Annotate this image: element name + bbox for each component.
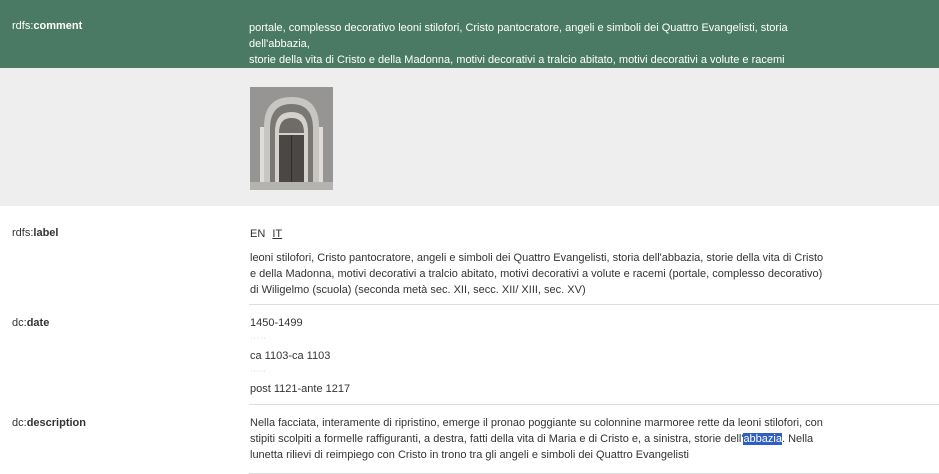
namespace-prefix: rdfs: — [12, 227, 34, 239]
comment-line-2: storie della vita di Cristo e della Mado… — [249, 54, 785, 66]
portal-image[interactable] — [250, 87, 333, 190]
date-value-2: ca 1103-ca 1103 — [250, 350, 331, 362]
date-row: dc:date 1450-1499 ····· ca 1103-ca 1103 … — [0, 305, 939, 405]
date-value-1: 1450-1499 — [250, 317, 303, 329]
comment-line-1: portale, complesso decorativo leoni stil… — [249, 22, 788, 50]
namespace-prefix: rdfs: — [12, 20, 34, 32]
comment-key: rdfs:comment — [0, 0, 249, 68]
property-name: description — [26, 417, 86, 429]
label-key: rdfs:label — [0, 206, 249, 305]
description-text-start: Nella facciata, interamente di ripristin… — [250, 417, 823, 445]
selected-text[interactable]: abbazia — [743, 433, 782, 445]
date-value-3: post 1121-ante 1217 — [250, 383, 351, 395]
namespace-prefix: dc: — [12, 417, 27, 429]
comment-value: portale, complesso decorativo leoni stil… — [249, 0, 939, 68]
lang-tab-it[interactable]: IT — [272, 228, 282, 240]
label-row: rdfs:label EN IT leoni stilofori, Cristo… — [0, 206, 939, 305]
namespace-prefix: dc: — [12, 317, 27, 329]
description-row: dc:description Nella facciata, interamen… — [0, 405, 939, 474]
property-name: comment — [33, 20, 83, 32]
portal-picture — [250, 87, 333, 190]
image-row — [0, 68, 939, 206]
property-name: date — [26, 317, 50, 329]
separator-dots: ····· — [250, 368, 267, 375]
date-key: dc:date — [0, 305, 249, 405]
separator-dots: ····· — [250, 335, 267, 342]
description-value: Nella facciata, interamente di ripristin… — [250, 415, 835, 463]
property-name: label — [33, 227, 59, 239]
language-tabs: EN IT — [250, 227, 286, 241]
description-key: dc:description — [0, 405, 249, 474]
label-value: leoni stilofori, Cristo pantocratore, an… — [250, 252, 824, 296]
lang-tab-en[interactable]: EN — [250, 228, 265, 240]
comment-row: rdfs:comment portale, complesso decorati… — [0, 0, 939, 68]
